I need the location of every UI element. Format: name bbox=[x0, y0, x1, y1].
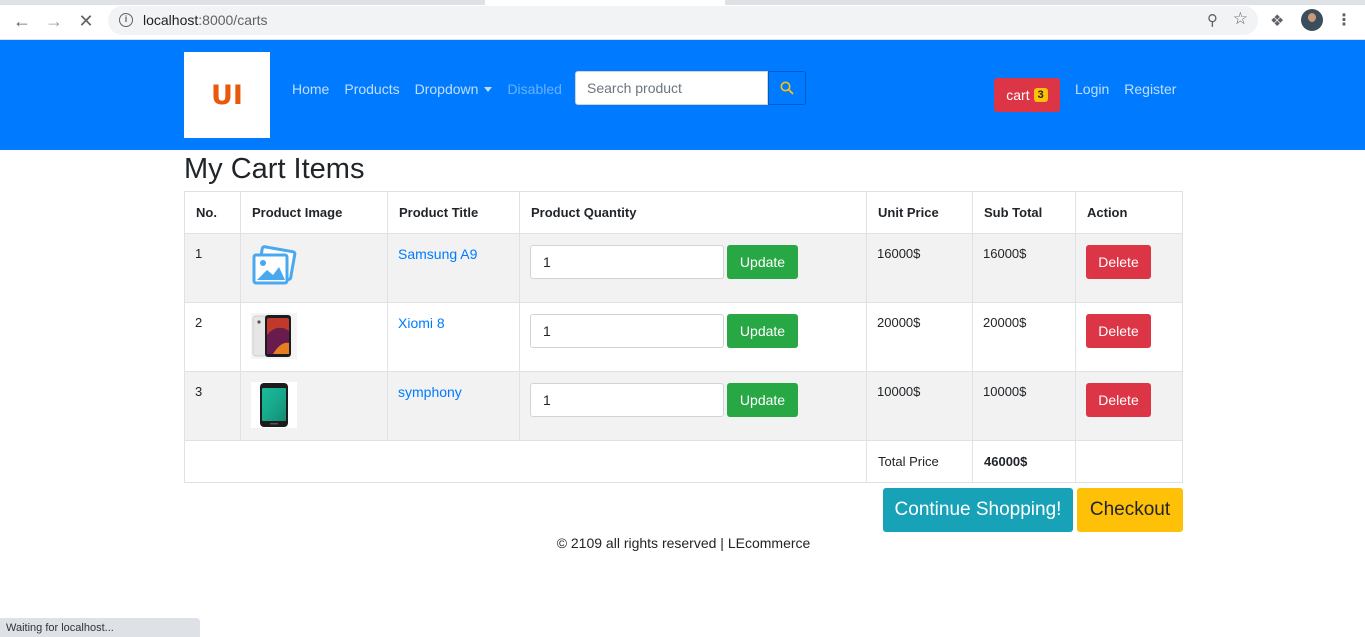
phone-photo-image bbox=[251, 382, 297, 428]
row-number: 1 bbox=[184, 233, 241, 303]
update-button[interactable]: Update bbox=[727, 245, 798, 279]
product-title-link[interactable]: Samsung A9 bbox=[398, 246, 477, 262]
row-number: 3 bbox=[184, 371, 241, 441]
page-title: My Cart Items bbox=[184, 153, 365, 185]
zoom-icon[interactable]: ⚲ bbox=[1207, 11, 1218, 29]
unit-price: 16000$ bbox=[866, 233, 973, 303]
nav-dropdown[interactable]: Dropdown bbox=[415, 81, 493, 97]
total-row: Total Price 46000$ bbox=[184, 440, 1183, 483]
forward-icon[interactable]: → bbox=[43, 10, 65, 32]
header-unit-price: Unit Price bbox=[866, 191, 973, 234]
login-link[interactable]: Login bbox=[1075, 81, 1109, 97]
total-label: Total Price bbox=[866, 440, 973, 483]
site-navbar: UI Home Products Dropdown Disabled cart … bbox=[0, 40, 1365, 150]
header-title: Product Title bbox=[387, 191, 520, 234]
back-icon[interactable]: ← bbox=[11, 10, 33, 32]
extensions-puzzle-icon[interactable]: ❖ bbox=[1270, 11, 1284, 31]
nav-home[interactable]: Home bbox=[292, 81, 329, 97]
total-empty bbox=[1075, 440, 1183, 483]
profile-avatar[interactable] bbox=[1301, 9, 1323, 31]
tab-strip bbox=[0, 0, 1365, 5]
header-image: Product Image bbox=[240, 191, 388, 234]
action-cell: Delete bbox=[1075, 371, 1183, 441]
header-sub-total: Sub Total bbox=[972, 191, 1076, 234]
total-spacer bbox=[184, 440, 867, 483]
quantity-cell: Update bbox=[519, 371, 867, 441]
browser-menu-icon[interactable]: ⋮ bbox=[1336, 10, 1352, 30]
quantity-input[interactable] bbox=[530, 383, 724, 417]
checkout-button[interactable]: Checkout bbox=[1077, 488, 1183, 532]
unit-price: 10000$ bbox=[866, 371, 973, 441]
sub-total: 20000$ bbox=[972, 302, 1076, 372]
address-bar[interactable]: i localhost:8000/carts ⚲ ☆ bbox=[108, 6, 1258, 35]
cart-count-badge: 3 bbox=[1033, 88, 1048, 102]
product-image-cell bbox=[240, 233, 388, 303]
update-button[interactable]: Update bbox=[727, 383, 798, 417]
cart-table: No. Product Image Product Title Product … bbox=[184, 191, 1183, 483]
auth-links: Login Register bbox=[1075, 81, 1176, 97]
action-cell: Delete bbox=[1075, 302, 1183, 372]
browser-status-bar: Waiting for localhost... bbox=[0, 618, 200, 637]
logo-text: UI bbox=[211, 79, 243, 111]
bookmark-star-icon[interactable]: ☆ bbox=[1233, 9, 1248, 29]
quantity-input[interactable] bbox=[530, 314, 724, 348]
phone-photo-image bbox=[251, 313, 297, 359]
product-title-cell: symphony bbox=[387, 371, 520, 441]
quantity-cell: Update bbox=[519, 302, 867, 372]
stop-loading-icon[interactable]: ✕ bbox=[75, 10, 97, 32]
delete-button[interactable]: Delete bbox=[1086, 383, 1151, 417]
product-image-cell bbox=[240, 302, 388, 372]
delete-button[interactable]: Delete bbox=[1086, 314, 1151, 348]
site-logo[interactable]: UI bbox=[184, 52, 270, 138]
quantity-input[interactable] bbox=[530, 245, 724, 279]
product-image-cell bbox=[240, 371, 388, 441]
product-title-link[interactable]: symphony bbox=[398, 384, 462, 400]
placeholder-image-icon bbox=[252, 245, 297, 285]
delete-button[interactable]: Delete bbox=[1086, 245, 1151, 279]
action-cell: Delete bbox=[1075, 233, 1183, 303]
table-row: 1 Samsung A9 Update 16000$ 16000$ Delete bbox=[184, 233, 1183, 303]
search-icon bbox=[780, 81, 794, 95]
nav-disabled: Disabled bbox=[507, 81, 562, 97]
nav-dropdown-label: Dropdown bbox=[414, 81, 479, 97]
sub-total: 16000$ bbox=[972, 233, 1076, 303]
total-value: 46000$ bbox=[972, 440, 1076, 483]
register-link[interactable]: Register bbox=[1124, 81, 1176, 97]
continue-shopping-button[interactable]: Continue Shopping! bbox=[883, 488, 1073, 532]
quantity-cell: Update bbox=[519, 233, 867, 303]
table-header-row: No. Product Image Product Title Product … bbox=[184, 191, 1183, 234]
search-input[interactable] bbox=[575, 71, 768, 105]
browser-toolbar: ← → ✕ i localhost:8000/carts ⚲ ☆ ❖ ⋮ bbox=[0, 0, 1365, 40]
row-number: 2 bbox=[184, 302, 241, 372]
unit-price: 20000$ bbox=[866, 302, 973, 372]
nav-links: Home Products Dropdown Disabled bbox=[292, 81, 562, 97]
update-button[interactable]: Update bbox=[727, 314, 798, 348]
nav-products[interactable]: Products bbox=[344, 81, 399, 97]
url-text: localhost:8000/carts bbox=[143, 12, 268, 28]
active-tab[interactable] bbox=[485, 0, 725, 5]
site-info-icon[interactable]: i bbox=[119, 13, 133, 27]
header-quantity: Product Quantity bbox=[519, 191, 867, 234]
cart-button[interactable]: cart 3 bbox=[994, 78, 1060, 112]
cart-label: cart bbox=[1006, 87, 1030, 103]
caret-down-icon bbox=[484, 87, 493, 92]
header-action: Action bbox=[1075, 191, 1183, 234]
footer-text: © 2109 all rights reserved | LEcommerce bbox=[556, 535, 811, 551]
table-row: 3 symphony Update 10000$ 10000$ bbox=[184, 371, 1183, 441]
header-no: No. bbox=[184, 191, 241, 234]
product-title-link[interactable]: Xiomi 8 bbox=[398, 315, 445, 331]
search-button[interactable] bbox=[768, 71, 806, 105]
table-row: 2 Xiomi 8 Update 20000$ bbox=[184, 302, 1183, 372]
product-title-cell: Samsung A9 bbox=[387, 233, 520, 303]
sub-total: 10000$ bbox=[972, 371, 1076, 441]
product-title-cell: Xiomi 8 bbox=[387, 302, 520, 372]
